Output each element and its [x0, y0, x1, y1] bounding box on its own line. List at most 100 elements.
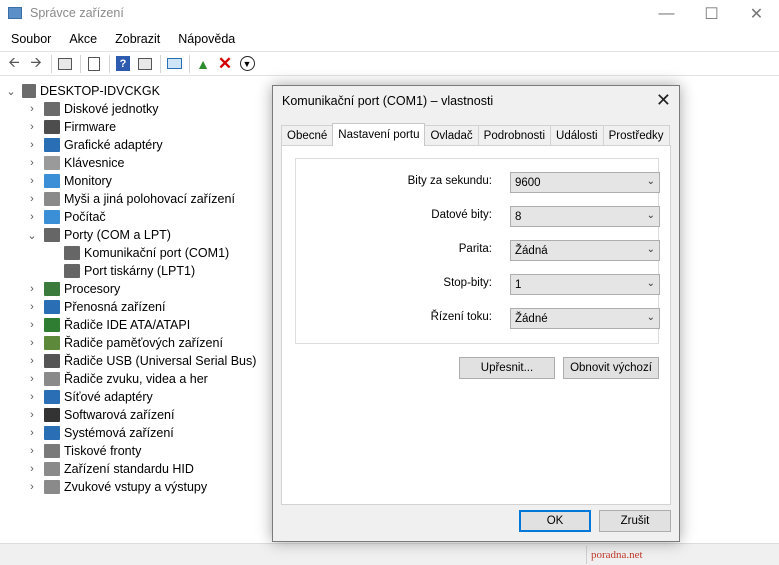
- tree-item[interactable]: › Zařízení standardu HID: [30, 460, 194, 478]
- parity-label: Parita:: [458, 243, 492, 255]
- tree-item[interactable]: › Řadiče IDE ATA/ATAPI: [30, 316, 191, 334]
- expand-arrow-icon[interactable]: ›: [27, 175, 37, 187]
- tab-ovladac[interactable]: Ovladač: [424, 125, 479, 146]
- expand-arrow-icon[interactable]: ›: [27, 139, 37, 151]
- tree-item[interactable]: › Počítač: [30, 208, 106, 226]
- maximize-button[interactable]: ☐: [689, 0, 734, 28]
- tree-item[interactable]: › Myši a jiná polohovací zařízení: [30, 190, 235, 208]
- minimize-button[interactable]: —: [644, 0, 689, 28]
- tab-strip: Obecné Nastavení portu Ovladač Podrobnos…: [281, 123, 670, 146]
- tree-item[interactable]: › Monitory: [30, 172, 112, 190]
- device-category-icon: [44, 138, 60, 152]
- tab-nastaveni-portu[interactable]: Nastavení portu: [332, 123, 426, 146]
- tree-item-label: Řadiče IDE ATA/ATAPI: [64, 318, 191, 332]
- tree-item[interactable]: Komunikační port (COM1): [64, 244, 229, 262]
- device-category-icon: [44, 120, 60, 134]
- device-category-icon: [44, 462, 60, 476]
- download-icon[interactable]: ▼: [237, 54, 257, 74]
- device-category-icon: [44, 336, 60, 350]
- expand-arrow-icon[interactable]: ›: [27, 319, 37, 331]
- tree-item[interactable]: › Přenosná zařízení: [30, 298, 165, 316]
- action-view-icon[interactable]: [135, 54, 155, 74]
- expand-arrow-icon[interactable]: ›: [27, 409, 37, 421]
- tab-obecne[interactable]: Obecné: [281, 125, 334, 146]
- tree-item[interactable]: › Procesory: [30, 280, 120, 298]
- chevron-down-icon: ⌄: [646, 312, 655, 323]
- data-bits-select[interactable]: 8 ⌄: [510, 206, 660, 227]
- device-category-icon: [44, 444, 60, 458]
- tree-item-label: Grafické adaptéry: [64, 138, 163, 152]
- expand-arrow-icon[interactable]: ›: [27, 193, 37, 205]
- tree-item[interactable]: › Zvukové vstupy a výstupy: [30, 478, 207, 496]
- expand-arrow-icon[interactable]: ›: [27, 121, 37, 133]
- title-bar: Správce zařízení — ☐ ✕: [0, 0, 779, 28]
- tree-item[interactable]: Port tiskárny (LPT1): [64, 262, 195, 280]
- parity-select[interactable]: Žádná ⌄: [510, 240, 660, 261]
- scan-monitor-icon[interactable]: [164, 54, 184, 74]
- collapse-arrow-icon[interactable]: ⌄: [27, 229, 37, 242]
- expand-arrow-icon[interactable]: ›: [27, 301, 37, 313]
- expand-arrow-icon[interactable]: ›: [27, 373, 37, 385]
- tree-item[interactable]: › Klávesnice: [30, 154, 124, 172]
- menu-soubor[interactable]: Soubor: [0, 32, 58, 46]
- expand-arrow-icon[interactable]: ›: [27, 283, 37, 295]
- expand-arrow-icon[interactable]: ›: [27, 445, 37, 457]
- tree-item[interactable]: › Firmware: [30, 118, 116, 136]
- tree-item[interactable]: › Diskové jednotky: [30, 100, 159, 118]
- settings-group: Bity za sekundu: 9600 ⌄ Datové bity: 8 ⌄ P…: [295, 158, 660, 344]
- expand-arrow-icon[interactable]: ›: [27, 463, 37, 475]
- expand-arrow-icon[interactable]: ›: [27, 337, 37, 349]
- chevron-down-icon: ⌄: [646, 244, 655, 255]
- expand-arrow-icon[interactable]: ›: [27, 391, 37, 403]
- expand-arrow-icon[interactable]: ›: [27, 427, 37, 439]
- tree-item[interactable]: › Síťové adaptéry: [30, 388, 153, 406]
- tree-item[interactable]: › Softwarová zařízení: [30, 406, 174, 424]
- tree-item[interactable]: › Tiskové fronty: [30, 442, 141, 460]
- tab-udalosti[interactable]: Události: [550, 125, 604, 146]
- tab-prostredky[interactable]: Prostředky: [602, 125, 670, 146]
- menu-akce[interactable]: Akce: [58, 32, 104, 46]
- tree-root-label: DESKTOP-IDVCKGK: [40, 84, 160, 98]
- update-driver-icon[interactable]: ▲: [193, 54, 213, 74]
- tree-item[interactable]: › Řadiče zvuku, videa a her: [30, 370, 208, 388]
- properties-view-icon[interactable]: [55, 54, 75, 74]
- chevron-down-icon: ⌄: [646, 278, 655, 289]
- cancel-button[interactable]: Zrušit: [599, 510, 671, 532]
- back-icon[interactable]: 🡨: [4, 54, 24, 74]
- device-category-icon: [44, 408, 60, 422]
- dialog-close-icon[interactable]: ✕: [656, 90, 671, 111]
- advanced-button[interactable]: Upřesnit...: [459, 357, 555, 379]
- expand-arrow-icon[interactable]: ›: [27, 103, 37, 115]
- expand-arrow-icon[interactable]: ›: [27, 355, 37, 367]
- tree-root[interactable]: ⌄ DESKTOP-IDVCKGK: [6, 82, 160, 100]
- tree-item-label: Síťové adaptéry: [64, 390, 153, 404]
- flow-control-select[interactable]: Žádné ⌄: [510, 308, 660, 329]
- forward-icon[interactable]: 🡪: [26, 54, 46, 74]
- uninstall-icon[interactable]: ✕: [215, 54, 235, 74]
- tree-item[interactable]: ⌄ Porty (COM a LPT): [27, 226, 171, 244]
- tree-item[interactable]: › Systémová zařízení: [30, 424, 174, 442]
- expand-arrow-icon[interactable]: ›: [27, 157, 37, 169]
- menu-zobrazit[interactable]: Zobrazit: [104, 32, 167, 46]
- device-category-icon: [44, 174, 60, 188]
- tree-item[interactable]: › Řadiče paměťových zařízení: [30, 334, 223, 352]
- menu-napoveda[interactable]: Nápověda: [167, 32, 242, 46]
- tree-item-label: Porty (COM a LPT): [64, 228, 171, 242]
- expand-arrow-icon[interactable]: ›: [27, 481, 37, 493]
- tree-item[interactable]: › Řadiče USB (Universal Serial Bus): [30, 352, 256, 370]
- expand-arrow-icon[interactable]: ›: [27, 211, 37, 223]
- status-cell: poradna.net: [586, 546, 779, 564]
- port-settings-panel: Bity za sekundu: 9600 ⌄ Datové bity: 8 ⌄ P…: [281, 145, 671, 505]
- restore-defaults-button[interactable]: Obnovit výchozí: [563, 357, 659, 379]
- close-button[interactable]: ✕: [734, 0, 779, 28]
- tree-item[interactable]: › Grafické adaptéry: [30, 136, 163, 154]
- device-list-icon[interactable]: [84, 54, 104, 74]
- tab-podrobnosti[interactable]: Podrobnosti: [477, 125, 552, 146]
- stop-bits-select[interactable]: 1 ⌄: [510, 274, 660, 295]
- collapse-arrow-icon[interactable]: ⌄: [6, 85, 16, 98]
- stop-bits-value: 1: [515, 278, 522, 291]
- window-title: Správce zařízení: [30, 6, 124, 20]
- ok-button[interactable]: OK: [519, 510, 591, 532]
- help-icon[interactable]: ?: [113, 54, 133, 74]
- baud-rate-select[interactable]: 9600 ⌄: [510, 172, 660, 193]
